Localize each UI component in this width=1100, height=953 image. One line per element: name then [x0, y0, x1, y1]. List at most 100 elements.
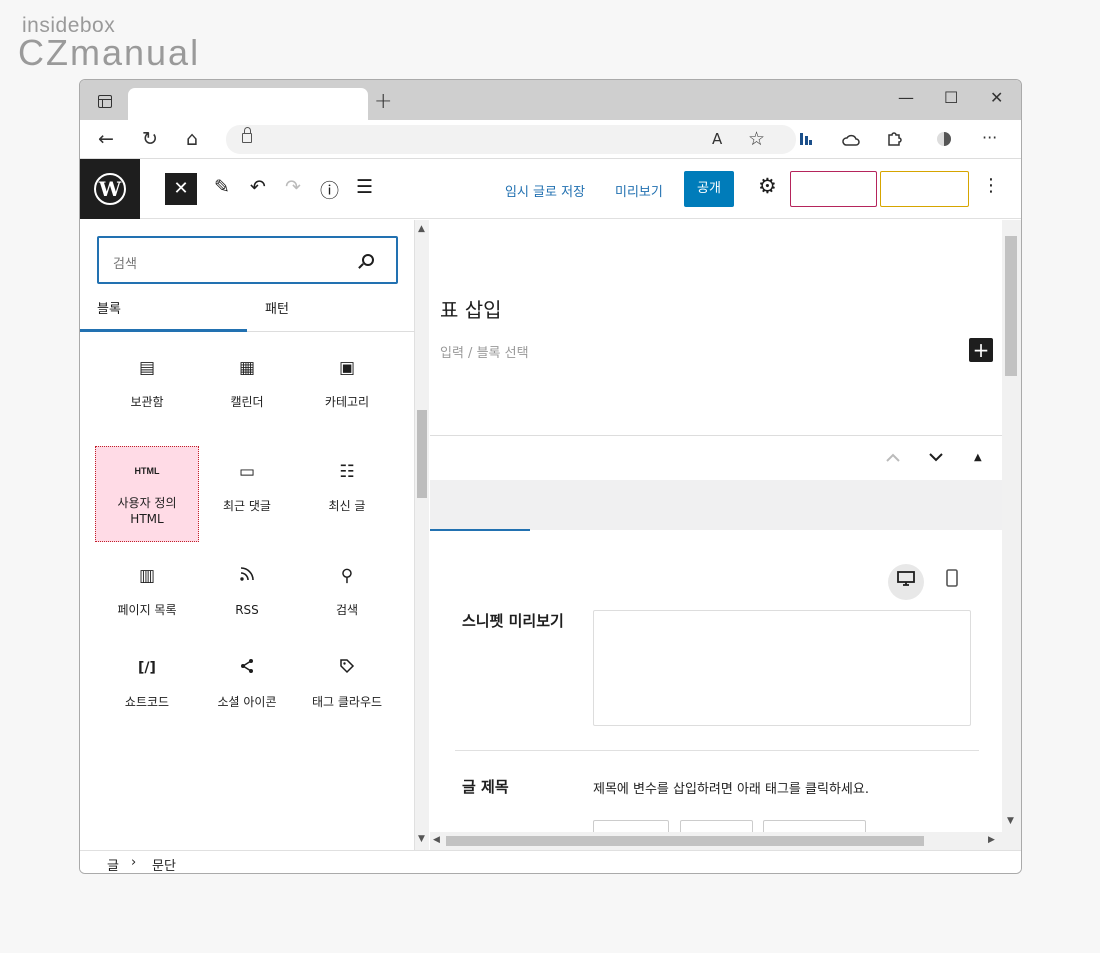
close-inserter-button[interactable]: ✕ [165, 173, 197, 205]
comment-icon: ▭ [238, 462, 256, 482]
canvas-horizontal-scrollbar[interactable]: ◀ ▶ [430, 832, 1002, 850]
new-tab-button[interactable]: + [374, 89, 392, 114]
settings-icon[interactable]: ⚙ [758, 174, 777, 198]
block-label: 검색 [335, 603, 359, 617]
undo-icon[interactable]: ↶ [250, 176, 266, 198]
wordpress-logo[interactable]: W [80, 159, 140, 219]
scrollbar-thumb[interactable] [1005, 236, 1017, 376]
scrollbar-thumb[interactable] [446, 836, 924, 846]
block-latest-posts[interactable]: ☷ 최신 글 [295, 446, 399, 542]
toolbar-box-yellow[interactable] [880, 171, 969, 207]
block-social-icons[interactable]: 소셜 아이콘 [195, 642, 299, 738]
snippet-preview-label: 스니펫 미리보기 [462, 612, 564, 630]
divider [430, 435, 1002, 436]
watermark-logo: CZmanual [18, 32, 201, 73]
minimize-button[interactable]: — [898, 88, 914, 107]
scrollbar-thumb[interactable] [417, 410, 427, 498]
redo-icon[interactable]: ↷ [285, 176, 301, 198]
block-calendar[interactable]: ▦ 캘린더 [195, 342, 299, 438]
post-title[interactable]: 표 삽입 [440, 294, 502, 323]
profile-icon[interactable] [936, 130, 952, 152]
options-icon[interactable]: ⋮ [982, 175, 1000, 196]
block-label: 캘린더 [230, 395, 264, 409]
snippet-preview-box [593, 610, 971, 726]
inserter-scrollbar[interactable]: ▲ ▼ [415, 220, 429, 850]
toolbar-box-red[interactable] [790, 171, 877, 207]
block-custom-html[interactable]: HTML 사용자 정의 HTML [95, 446, 199, 542]
block-categories[interactable]: ▣ 카테고리 [295, 342, 399, 438]
search-placeholder: 검색 [113, 257, 137, 272]
post-title-description: 제목에 변수를 삽입하려면 아래 태그를 클릭하세요. [593, 782, 869, 797]
tab-blocks[interactable]: 블록 [80, 300, 247, 332]
home-icon[interactable]: ⌂ [186, 128, 198, 150]
address-bar: ← ↻ ⌂ A ☆ ··· [80, 120, 1021, 159]
chevron-down-icon[interactable] [928, 448, 944, 467]
block-placeholder[interactable]: 입력 / 블록 선택 [440, 342, 529, 361]
publish-button[interactable]: 공개 [684, 171, 734, 207]
block-inserter: 검색 블록 패턴 ▤ 보관함 ▦ 캘린더 ▣ 카테고리 HTML 사용자 정의 … [80, 220, 415, 850]
block-rss[interactable]: RSS [195, 550, 299, 646]
block-label: 태그 클라우드 [311, 695, 383, 709]
editor-toolbar: W ✕ ✎ ↶ ↷ ⓘ ☰ 임시 글로 저장 미리보기 공개 ⚙ ⋮ [80, 159, 1021, 219]
browser-tab[interactable] [128, 88, 368, 120]
categories-icon: ▣ [338, 358, 356, 378]
chevron-up-icon[interactable] [885, 448, 901, 467]
tab-actions-icon[interactable] [98, 95, 112, 108]
canvas-scrollbar[interactable]: ▼ [1002, 220, 1021, 850]
breadcrumb-paragraph[interactable]: 문단 [152, 855, 176, 873]
block-latest-comments[interactable]: ▭ 최근 댓글 [195, 446, 299, 542]
block-label: 최근 댓글 [223, 499, 271, 513]
search-icon: ⚲ [340, 566, 354, 586]
save-draft-button[interactable]: 임시 글로 저장 [505, 181, 585, 200]
post-title-label: 글 제목 [462, 778, 509, 796]
block-archives[interactable]: ▤ 보관함 [95, 342, 199, 438]
favorite-icon[interactable]: ☆ [748, 128, 765, 150]
block-shortcode[interactable]: [/] 쇼트코드 [95, 642, 199, 738]
archive-icon: ▤ [138, 358, 156, 378]
tab-patterns[interactable]: 패턴 [247, 300, 307, 332]
shortcode-icon: [/] [138, 660, 156, 676]
html-icon: HTML [134, 466, 160, 476]
breadcrumb-post[interactable]: 글 [107, 855, 119, 873]
info-icon[interactable]: ⓘ [320, 176, 339, 203]
meta-tabs-bar [430, 480, 1002, 530]
block-label: 카테고리 [324, 395, 370, 409]
collapse-icon[interactable]: ▲ [974, 452, 982, 463]
divider [455, 750, 979, 751]
url-field[interactable] [226, 125, 796, 154]
block-tag-cloud[interactable]: 태그 클라우드 [295, 642, 399, 738]
block-search-input[interactable]: 검색 [97, 236, 398, 284]
block-search[interactable]: ⚲ 검색 [295, 550, 399, 646]
back-icon[interactable]: ← [98, 128, 114, 150]
read-aloud-icon[interactable]: A [712, 130, 722, 148]
extension-icon[interactable] [798, 130, 814, 152]
edit-icon[interactable]: ✎ [214, 176, 230, 198]
inserter-tabs: 블록 패턴 [80, 300, 415, 332]
breadcrumb-separator: › [131, 855, 137, 870]
block-label: RSS [235, 603, 259, 617]
browser-window: + — ☐ ✕ ← ↻ ⌂ A ☆ ··· W ✕ ✎ ↶ ↷ ⓘ ☰ 임시 글… [79, 79, 1022, 874]
calendar-icon: ▦ [238, 358, 256, 378]
block-label: 쇼트코드 [124, 695, 170, 709]
share-icon [195, 658, 299, 679]
block-page-list[interactable]: ▥ 페이지 목록 [95, 550, 199, 646]
editor-canvas: 표 삽입 입력 / 블록 선택 + ▲ 스니펫 미리보기 글 제목 제목에 변수… [430, 220, 1002, 850]
cloud-icon[interactable] [842, 130, 860, 152]
mobile-icon[interactable] [934, 564, 970, 600]
list-view-icon[interactable]: ☰ [356, 176, 373, 198]
add-block-button[interactable]: + [969, 338, 993, 362]
block-breadcrumb: 글 › 문단 [80, 850, 1021, 873]
puzzle-icon[interactable] [886, 130, 902, 152]
block-label: 최신 글 [328, 499, 366, 513]
reload-icon[interactable]: ↻ [142, 128, 158, 150]
active-tab-indicator [430, 529, 530, 531]
browser-menu-icon[interactable]: ··· [982, 128, 997, 147]
preview-button[interactable]: 미리보기 [615, 181, 663, 200]
close-window-button[interactable]: ✕ [990, 88, 1003, 107]
maximize-button[interactable]: ☐ [944, 88, 958, 107]
page-list-icon: ▥ [138, 566, 156, 586]
block-label: 보관함 [130, 395, 164, 409]
block-label: 사용자 정의 HTML [117, 496, 177, 526]
lock-icon[interactable] [242, 127, 252, 143]
desktop-icon[interactable] [888, 564, 924, 600]
